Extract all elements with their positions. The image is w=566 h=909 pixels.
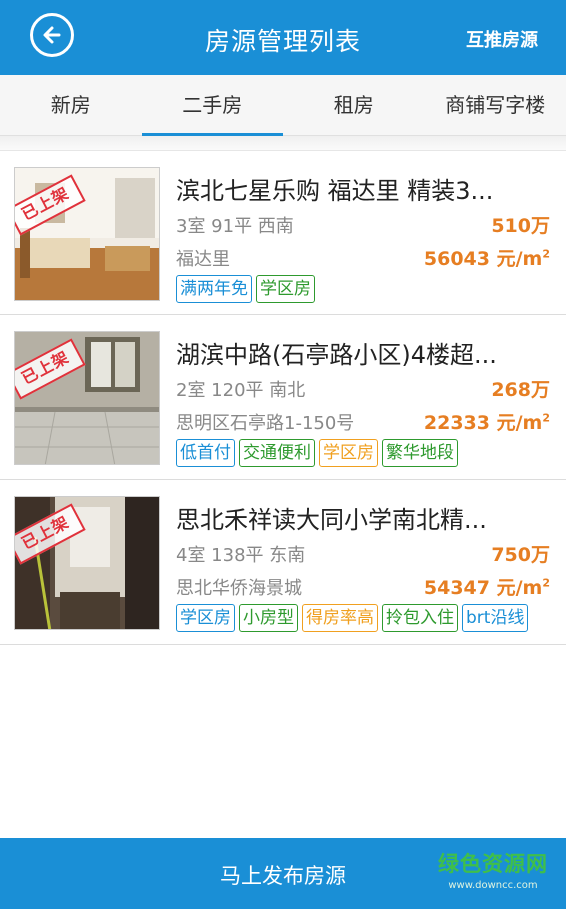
tag: 得房率高 [302, 604, 378, 632]
listing-location: 福达里 [176, 249, 230, 270]
listing-unit-price: 54347 元/m2 [423, 576, 550, 599]
listing-price: 510万 [491, 215, 550, 237]
listing-price: 750万 [491, 544, 550, 566]
listing-price: 268万 [491, 379, 550, 401]
listing-location: 思北华侨海景城 [176, 578, 302, 599]
tag: 繁华地段 [382, 439, 458, 467]
listing-location: 思明区石亭路1-150号 [176, 413, 355, 434]
watermark-title: 绿色资源网 [438, 852, 548, 876]
listing-item[interactable]: 已上架 湖滨中路(石亭路小区)4楼超... 2室 120平 南北 268万 思明… [0, 315, 566, 480]
tab-second-hand[interactable]: 二手房 [141, 75, 284, 136]
listing-item[interactable]: 已上架 滨北七星乐购 福达里 精装3... 3室 91平 西南 510万 福达里… [0, 150, 566, 315]
tag: 满两年免 [176, 275, 252, 303]
listing-photo: 已上架 [14, 496, 160, 630]
tab-commercial[interactable]: 商铺写字楼 [425, 75, 566, 135]
mutual-push-button[interactable]: 互推房源 [466, 26, 538, 52]
listing-item[interactable]: 已上架 思北禾祥读大同小学南北精... 4室 138平 东南 750万 思北华侨… [0, 480, 566, 645]
category-tabs: 新房 二手房 租房 商铺写字楼 [0, 75, 566, 136]
tab-new-house[interactable]: 新房 [0, 75, 142, 135]
listing-tags: 低首付 交通便利 学区房 繁华地段 [176, 439, 458, 467]
listing-spec: 2室 120平 南北 [176, 380, 306, 401]
listing-unit-price: 22333 元/m2 [423, 411, 550, 434]
tag: 学区房 [176, 604, 235, 632]
tag: 学区房 [256, 275, 315, 303]
listing-spec: 3室 91平 西南 [176, 216, 294, 237]
listing-unit-price: 56043 元/m2 [423, 247, 550, 270]
listing-spec: 4室 138平 东南 [176, 545, 306, 566]
tag: 拎包入住 [382, 604, 458, 632]
listing-title: 湖滨中路(石亭路小区)4楼超... [176, 341, 497, 369]
tag: 小房型 [239, 604, 298, 632]
listing-photo: 已上架 [14, 167, 160, 301]
watermark-url: www.downcc.com [448, 880, 538, 891]
tag: 学区房 [319, 439, 378, 467]
tabs-divider [0, 136, 566, 150]
listing-title: 滨北七星乐购 福达里 精装3... [176, 177, 494, 205]
tab-rental[interactable]: 租房 [283, 75, 425, 135]
app-header: 房源管理列表 互推房源 [0, 0, 566, 75]
listing-photo: 已上架 [14, 331, 160, 465]
publish-listing-button[interactable]: 马上发布房源 绿色资源网 www.downcc.com [0, 838, 566, 909]
listing-title: 思北禾祥读大同小学南北精... [176, 506, 487, 534]
tag: brt沿线 [462, 604, 529, 632]
tag: 交通便利 [239, 439, 315, 467]
watermark: 绿色资源网 www.downcc.com [438, 848, 548, 891]
listing-tags: 学区房 小房型 得房率高 拎包入住 brt沿线 [176, 604, 529, 632]
listing-tags: 满两年免 学区房 [176, 275, 315, 303]
listing-list: 已上架 滨北七星乐购 福达里 精装3... 3室 91平 西南 510万 福达里… [0, 150, 566, 645]
tag: 低首付 [176, 439, 235, 467]
